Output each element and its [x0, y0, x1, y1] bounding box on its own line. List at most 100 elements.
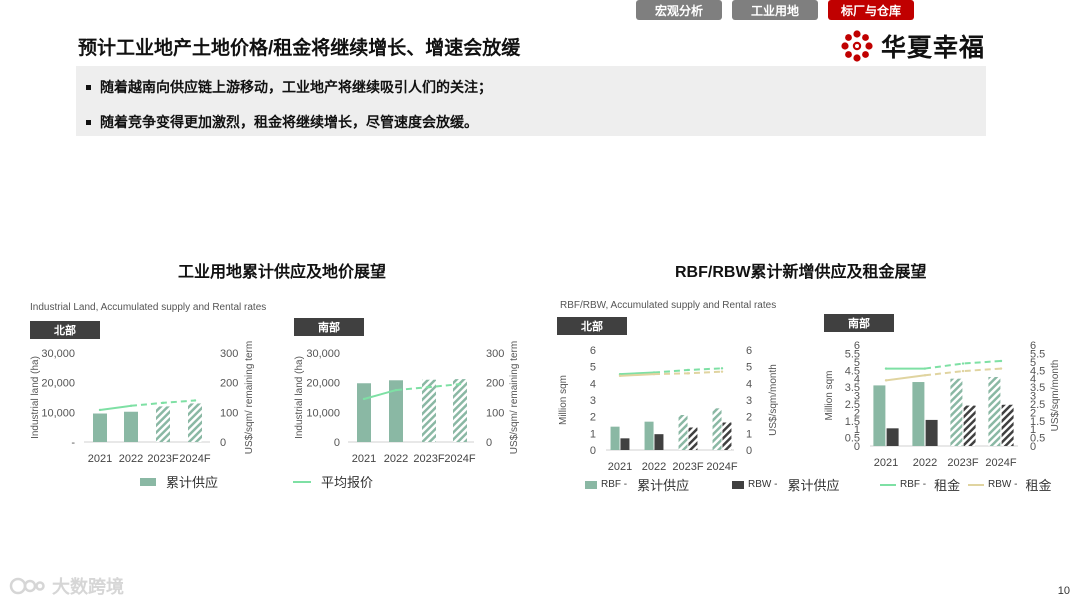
region-label-north: 北部 [30, 321, 100, 339]
bar [678, 415, 688, 450]
x-tick-label: 2022 [119, 453, 143, 465]
bar [124, 411, 138, 442]
bar [357, 383, 371, 442]
line-point [458, 382, 462, 386]
series-line-forecast [395, 383, 461, 392]
bar [925, 419, 938, 446]
line-point [884, 379, 888, 382]
x-tick-label: 2021 [608, 461, 632, 473]
legend-label: 累计供应 [166, 475, 219, 490]
y-axis-title: Million sqm [824, 370, 835, 420]
legend-label: 累计供应 [637, 478, 690, 493]
y-tick-label: 6 [854, 340, 860, 352]
y2-tick-label: 4.5 [1030, 365, 1045, 377]
line-point [98, 408, 102, 412]
y2-tick-label: 6 [1030, 340, 1036, 352]
bar [1001, 404, 1014, 446]
legend-line-swatch-icon [880, 483, 896, 486]
line-point [427, 385, 431, 389]
y2-tick-label: 100 [220, 407, 238, 419]
legend-label: 平均报价 [321, 475, 374, 490]
tab-macro-analysis[interactable]: 宏观分析 [636, 0, 722, 20]
y-tick-label: 5 [854, 357, 860, 369]
y2-tick-label: 1 [1030, 424, 1036, 436]
y2-tick-label: 5.5 [1030, 348, 1045, 360]
y2-tick-label: 300 [486, 348, 504, 360]
y-tick-label: 30,000 [306, 348, 340, 360]
company-logo: 华夏幸福 [841, 28, 985, 64]
bar [912, 382, 925, 446]
bar [886, 428, 899, 446]
series-line [619, 371, 655, 376]
line-point [999, 359, 1003, 363]
page-number: 10 [1057, 585, 1070, 597]
bar [156, 406, 170, 442]
y-tick-label: 0 [854, 441, 860, 453]
y2-tick-label: 2 [1030, 407, 1036, 419]
x-tick-label: 2022 [384, 453, 408, 465]
line-point [193, 399, 197, 402]
y2-tick-label: 200 [486, 378, 504, 390]
line-point [884, 367, 888, 370]
line-point [618, 372, 622, 376]
bar [654, 434, 664, 450]
y2-axis-title: US$/sqm/month [768, 364, 779, 436]
y-tick-label: 10,000 [41, 407, 75, 419]
x-tick-label: 2022 [642, 461, 666, 473]
y-tick-label: 20,000 [306, 378, 340, 390]
bar [620, 438, 630, 450]
y-tick-label: 2 [590, 412, 596, 424]
bar [712, 408, 722, 450]
bar [188, 403, 202, 442]
y2-axis-title: US$/sqm/ remaining term [509, 341, 520, 454]
series-line [363, 389, 397, 400]
y2-tick-label: 2 [746, 412, 752, 424]
x-tick-label: 2024F [706, 461, 737, 473]
y2-tick-label: 200 [220, 378, 238, 390]
series-line [99, 404, 132, 411]
x-tick-label: 2024F [179, 453, 210, 465]
series-line-forecast [130, 399, 196, 407]
legend-rbf-rent: RBF - 租金 [880, 475, 960, 494]
series-line-forecast [653, 367, 723, 374]
y2-tick-label: 5 [1030, 357, 1036, 369]
y-axis-title: Million sqm [558, 375, 569, 425]
legend-rbf-supply: RBF - 累计供应 [585, 475, 689, 494]
x-tick-label: 2022 [913, 457, 937, 469]
y2-tick-label: 5 [746, 362, 752, 374]
tab-industrial-land[interactable]: 工业用地 [732, 0, 818, 20]
legend-label: 租金 [934, 478, 961, 493]
line-point [720, 367, 724, 370]
bullet-item: 随着越南向供应链上游移动，工业地产将继续吸引人们的关注； [86, 77, 492, 97]
x-tick-label: 2021 [88, 453, 112, 465]
bar [950, 378, 963, 446]
left-chart-heading: 工业用地累计供应及地价展望 [178, 264, 387, 281]
line-point [129, 404, 133, 408]
series-line-forecast [924, 367, 1002, 377]
y-tick-label: 10,000 [306, 407, 340, 419]
bullet-square-icon [86, 84, 91, 90]
line-point [923, 367, 927, 370]
tab-factory-warehouse[interactable]: 标厂与仓库 [828, 0, 914, 20]
x-tick-label: 2021 [352, 453, 376, 465]
bar [873, 385, 886, 446]
x-tick-label: 2024F [985, 457, 1016, 469]
y2-axis-title: US$/sqm/month [1050, 360, 1061, 432]
line-point [923, 374, 927, 377]
bullet-item: 随着竞争变得更加激烈，租金将继续增长，尽管速度会放缓。 [86, 112, 478, 132]
legend-rbw-rent: RBW - 租金 [968, 475, 1051, 494]
right-chart-source: RBF/RBW, Accumulated supply and Rental r… [560, 300, 777, 311]
legend-label: 租金 [1025, 478, 1052, 493]
line-point [618, 374, 622, 378]
legend-bar-swatch-icon [732, 480, 744, 489]
bar [453, 379, 467, 442]
legend-prefix: RBF - [601, 479, 628, 490]
watermark-text: 大数跨境 [52, 577, 124, 597]
y-axis-title: Industrial land (ha) [294, 356, 305, 439]
y2-tick-label: 4 [746, 378, 752, 390]
legend-prefix: RBW - [988, 479, 1018, 490]
y-tick-label: 20,000 [41, 378, 75, 390]
x-tick-label: 2023F [672, 461, 703, 473]
bar [93, 413, 107, 442]
bar [688, 427, 698, 450]
